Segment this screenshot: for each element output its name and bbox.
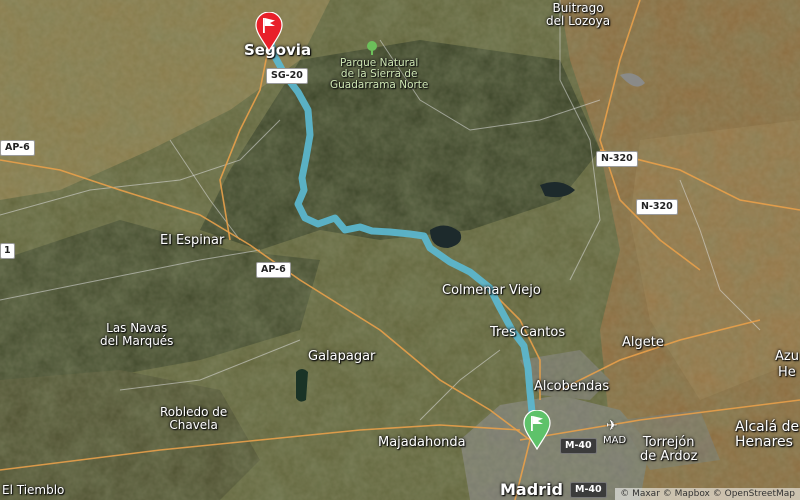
place-madrid: Madrid <box>500 480 563 499</box>
place-azu: Azu <box>775 349 799 364</box>
flag-green-icon <box>523 410 551 450</box>
place-algete: Algete <box>622 335 664 350</box>
place-el-espinar: El Espinar <box>160 233 225 248</box>
map-view[interactable]: Buitrago del Lozoya Segovia Parque Natur… <box>0 0 800 500</box>
flag-red-icon <box>255 12 283 52</box>
road-shield-ap6-west: AP-6 <box>0 140 35 156</box>
map-attribution[interactable]: © Maxar © Mapbox © OpenStreetMap <box>615 488 800 500</box>
place-alcala: Alcalá de Henares <box>735 419 800 450</box>
road-shield-edge: 1 <box>0 243 15 259</box>
place-el-tiemblo: El Tiemblo <box>2 483 65 497</box>
start-marker[interactable] <box>255 12 283 52</box>
place-torrejon: Torrejón de Ardoz <box>640 435 698 464</box>
place-colmenar-viejo: Colmenar Viejo <box>442 283 541 298</box>
road-shield-m40-a: M-40 <box>560 438 597 454</box>
airport-label: MAD <box>603 435 627 446</box>
end-marker[interactable] <box>523 410 551 450</box>
road-shield-sg20: SG-20 <box>266 68 308 84</box>
road-shield-n320-b: N-320 <box>636 199 678 215</box>
place-galapagar: Galapagar <box>308 349 376 364</box>
place-he: He <box>778 365 796 380</box>
airplane-icon: ✈ <box>606 418 618 434</box>
road-shield-m40-b: M-40 <box>570 482 607 498</box>
place-las-navas: Las Navas del Marqués <box>100 321 174 348</box>
place-majadahonda: Majadahonda <box>378 435 466 450</box>
road-shield-ap6-mid: AP-6 <box>256 262 291 278</box>
road-shield-n320-a: N-320 <box>596 151 638 167</box>
place-tres-cantos: Tres Cantos <box>490 325 566 340</box>
place-park: Parque Natural de la Sierra de Guadarram… <box>330 57 429 92</box>
place-alcobendas: Alcobendas <box>534 379 610 394</box>
place-buitrago: Buitrago del Lozoya <box>546 1 611 28</box>
place-robledo: Robledo de Chavela <box>160 405 228 432</box>
